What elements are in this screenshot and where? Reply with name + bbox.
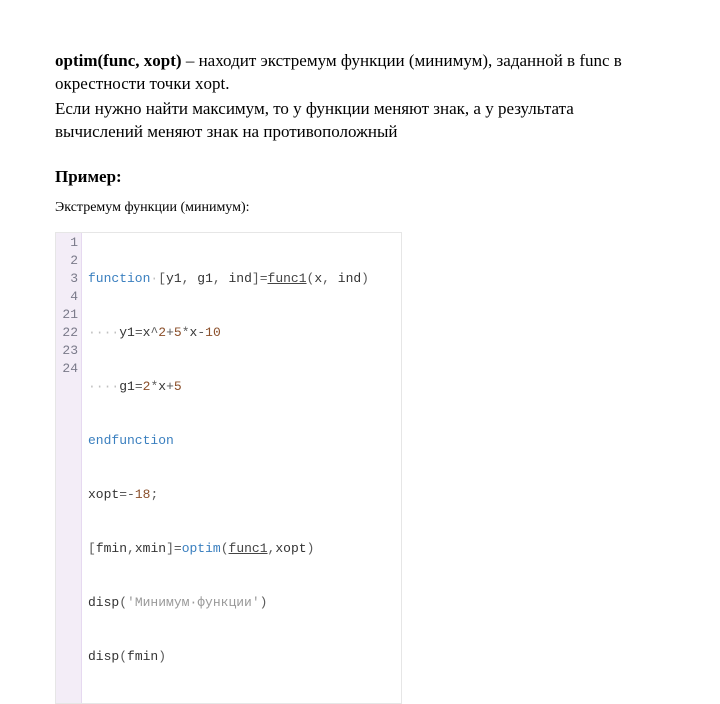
code-lines: function·[y1, g1, ind]=func1(x, ind) ···… [82,233,401,703]
code-line: function·[y1, g1, ind]=func1(x, ind) [88,270,397,288]
code-gutter: 1 2 3 4 21 22 23 24 [56,233,82,703]
line-number: 4 [62,288,78,306]
code-block: 1 2 3 4 21 22 23 24 function·[y1, g1, in… [55,232,402,704]
example-caption: Экстремум функции (минимум): [55,199,665,218]
line-number: 1 [62,234,78,252]
line-number: 3 [62,270,78,288]
code-line: ····y1=x^2+5*x-10 [88,324,397,342]
code-line: [fmin,xmin]=optim(func1,xopt) [88,540,397,558]
line-number: 2 [62,252,78,270]
code-line: disp(fmin) [88,648,397,666]
function-signature: optim(func, xopt) [55,51,182,70]
description-block: optim(func, xopt) – находит экстремум фу… [55,50,665,96]
code-line: disp('Минимум·функции') [88,594,397,612]
code-line: ····g1=2*x+5 [88,378,397,396]
code-line: endfunction [88,432,397,450]
line-number: 22 [62,324,78,342]
example-label: Пример: [55,166,665,189]
code-line: xopt=-18; [88,486,397,504]
line-number: 23 [62,342,78,360]
line-number: 21 [62,306,78,324]
line-number: 24 [62,360,78,378]
description-text-2: Если нужно найти максимум, то у функции … [55,98,665,144]
